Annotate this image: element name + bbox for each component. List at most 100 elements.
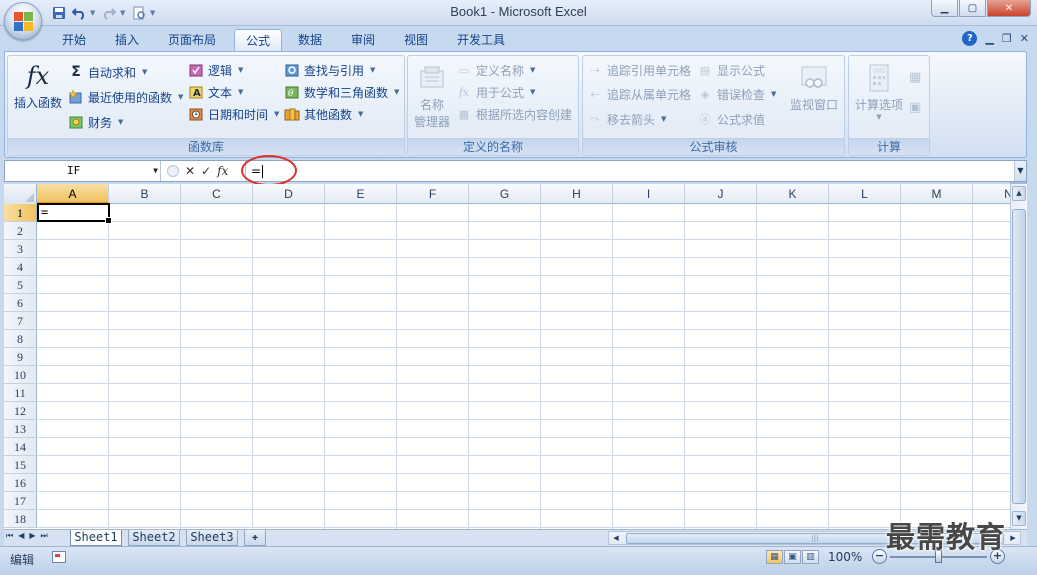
lookup-button[interactable]: 查找与引用 ▼ [284, 60, 375, 80]
calculation-options-button[interactable]: 计算选项 ▼ [851, 62, 907, 121]
tab-insert[interactable]: 插入 [106, 29, 148, 52]
column-header[interactable]: J [685, 184, 757, 204]
row-header[interactable]: 10 [4, 366, 37, 384]
page-break-view-icon[interactable]: ▥ [802, 550, 819, 564]
scroll-right-icon[interactable]: ▶ [1006, 532, 1020, 544]
row-header[interactable]: 17 [4, 492, 37, 510]
maximize-button[interactable]: ▢ [959, 0, 986, 17]
normal-view-icon[interactable]: ▦ [766, 550, 783, 564]
column-header[interactable]: B [109, 184, 181, 204]
column-header[interactable]: I [613, 184, 685, 204]
column-header[interactable]: L [829, 184, 901, 204]
column-header[interactable]: G [469, 184, 541, 204]
scroll-down-icon[interactable]: ▼ [1012, 511, 1026, 526]
column-header[interactable]: M [901, 184, 973, 204]
insert-function-fx-button[interactable]: fx [217, 164, 228, 178]
row-header[interactable]: 16 [4, 474, 37, 492]
row-header[interactable]: 9 [4, 348, 37, 366]
column-header[interactable]: N [973, 184, 1010, 204]
last-sheet-icon[interactable]: ⏭ [41, 531, 48, 541]
row-header[interactable]: 8 [4, 330, 37, 348]
remove-arrows-button[interactable]: ⤳ 移去箭头 ▼ [587, 109, 667, 129]
row-header[interactable]: 13 [4, 420, 37, 438]
row-header[interactable]: 15 [4, 456, 37, 474]
office-button[interactable] [4, 2, 42, 40]
tab-formulas[interactable]: 公式 [234, 29, 282, 52]
tab-page-layout[interactable]: 页面布局 [160, 29, 224, 52]
column-header[interactable]: C [181, 184, 253, 204]
zoom-out-icon[interactable]: − [872, 549, 887, 564]
vertical-scroll-thumb[interactable] [1012, 209, 1026, 504]
column-header[interactable]: A [37, 184, 109, 204]
page-layout-view-icon[interactable]: ▣ [784, 550, 801, 564]
tab-data[interactable]: 数据 [290, 29, 330, 52]
tab-developer[interactable]: 开发工具 [448, 29, 514, 52]
row-header[interactable]: 18 [4, 510, 37, 528]
vertical-scrollbar[interactable]: ▲ ▼ [1010, 184, 1027, 529]
prev-sheet-icon[interactable]: ◀ [18, 531, 24, 541]
row-header[interactable]: 6 [4, 294, 37, 312]
macro-record-icon[interactable] [52, 551, 66, 563]
autosum-button[interactable]: Σ 自动求和 ▼ [68, 62, 147, 82]
sheet-tab-sheet2[interactable]: Sheet2 [128, 530, 180, 546]
sheet-tab-sheet1[interactable]: Sheet1 [70, 530, 122, 546]
column-header[interactable]: D [253, 184, 325, 204]
create-from-selection-button[interactable]: ▦ 根据所选内容创建 [456, 104, 572, 124]
name-box[interactable]: IF ▼ [5, 161, 161, 181]
column-header[interactable]: F [397, 184, 469, 204]
ribbon-minimize-icon[interactable]: ▁ [985, 32, 993, 45]
ribbon-close-icon[interactable]: ✕ [1020, 32, 1029, 45]
row-header[interactable]: 11 [4, 384, 37, 402]
datetime-button[interactable]: 日期和时间 ▼ [188, 104, 279, 124]
error-checking-button[interactable]: ◈ 错误检查 ▼ [697, 84, 777, 104]
row-header[interactable]: 12 [4, 402, 37, 420]
scroll-up-icon[interactable]: ▲ [1012, 186, 1026, 201]
trace-dependents-button[interactable]: ⇠ 追踪从属单元格 [587, 84, 691, 104]
use-in-formula-button[interactable]: fx 用于公式 ▼ [456, 82, 536, 102]
first-sheet-icon[interactable]: ⏮ [6, 531, 13, 541]
row-header[interactable]: 5 [4, 276, 37, 294]
active-cell[interactable]: = [37, 203, 112, 224]
trace-precedents-button[interactable]: ⇢ 追踪引用单元格 [587, 60, 691, 80]
logical-button[interactable]: 逻辑 ▼ [188, 60, 243, 80]
row-header[interactable]: 2 [4, 222, 37, 240]
worksheet-grid[interactable]: ABCDEFGHIJKLMN 1 2 3 4 5 6 7 8 9 10 11 12 13 14 15 16 17… [4, 184, 1010, 529]
column-header[interactable]: E [325, 184, 397, 204]
tab-home[interactable]: 开始 [54, 29, 94, 52]
math-trig-button[interactable]: θ 数学和三角函数 ▼ [284, 82, 399, 102]
more-functions-button[interactable]: 其他函数 ▼ [284, 104, 363, 124]
define-name-button[interactable]: ▭ 定义名称 ▼ [456, 60, 536, 80]
close-button[interactable]: ✕ [987, 0, 1031, 17]
financial-button[interactable]: 财务 ▼ [68, 112, 123, 132]
formula-bar-handle-icon[interactable] [167, 165, 179, 177]
evaluate-formula-button[interactable]: ⓐ 公式求值 [697, 109, 766, 129]
row-header[interactable]: 14 [4, 438, 37, 456]
calculate-now-icon[interactable]: ▦ [909, 70, 921, 85]
select-all-button[interactable] [4, 184, 37, 204]
recent-functions-button[interactable]: 最近使用的函数 ▼ [68, 87, 183, 107]
help-icon[interactable]: ? [962, 31, 978, 46]
watch-window-button[interactable]: 监视窗口 [787, 62, 841, 113]
zoom-level[interactable]: 100% [828, 550, 862, 564]
calculate-sheet-icon[interactable]: ▣ [909, 100, 921, 115]
row-header[interactable]: 1 [4, 204, 37, 222]
ribbon-restore-icon[interactable]: ❐ [1002, 32, 1012, 45]
next-sheet-icon[interactable]: ▶ [29, 531, 35, 541]
cancel-formula-button[interactable]: ✕ [185, 164, 195, 178]
formula-input[interactable]: = [245, 161, 1014, 181]
text-button[interactable]: A 文本 ▼ [188, 82, 243, 102]
expand-formula-bar-icon[interactable]: ▼ [1014, 161, 1026, 181]
minimize-button[interactable]: ▁ [931, 0, 958, 17]
sheet-tab-sheet3[interactable]: Sheet3 [186, 530, 238, 546]
insert-function-button[interactable]: fx 插入函数 [12, 60, 64, 111]
name-manager-button[interactable]: 名称 管理器 [412, 62, 452, 130]
insert-sheet-icon[interactable]: ✚ [244, 530, 266, 546]
row-header[interactable]: 4 [4, 258, 37, 276]
column-header[interactable]: K [757, 184, 829, 204]
row-header[interactable]: 7 [4, 312, 37, 330]
show-formulas-button[interactable]: ▤ 显示公式 [697, 60, 765, 80]
name-box-dropdown-icon[interactable]: ▼ [153, 161, 158, 181]
scroll-left-icon[interactable]: ◀ [609, 532, 623, 544]
enter-formula-button[interactable]: ✓ [201, 164, 211, 178]
tab-view[interactable]: 视图 [396, 29, 436, 52]
